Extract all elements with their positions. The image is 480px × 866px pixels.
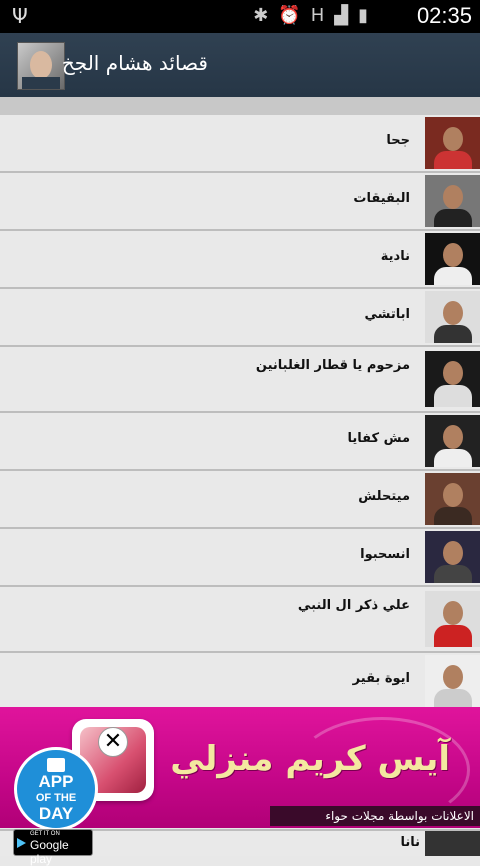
list-item[interactable]: ايوة بقير bbox=[0, 653, 480, 711]
list-item[interactable]: انسحبوا bbox=[0, 529, 480, 587]
bluetooth-icon: ✱ bbox=[253, 5, 269, 26]
ad-attribution: الاعلانات بواسطة مجلات حواء bbox=[270, 806, 480, 826]
list-item[interactable]: علي ذكر ال النبي bbox=[0, 587, 480, 653]
thumbnail-image bbox=[425, 591, 480, 647]
status-time: 02:35 bbox=[416, 3, 472, 28]
app-icon[interactable] bbox=[17, 42, 65, 90]
list-item[interactable]: اباتشي bbox=[0, 289, 480, 347]
play-icon bbox=[17, 838, 26, 848]
status-icons: ✱ ⏰ H ▟ ▮ bbox=[253, 5, 368, 26]
list-item-label: ايوة بقير bbox=[352, 671, 410, 686]
poem-list: جحا البقيقات نادية اباتشي مزحوم يا قطار … bbox=[0, 115, 480, 711]
app-title: قصائد هشام الجخ bbox=[61, 51, 208, 75]
google-play-badge[interactable]: GET IT ON Google play bbox=[13, 829, 93, 866]
thumbnail-image bbox=[425, 351, 480, 407]
list-item-label: انسحبوا bbox=[360, 547, 410, 562]
list-item[interactable]: ميتحلش bbox=[0, 471, 480, 529]
list-item-label: مزحوم يا قطار الغلبانين bbox=[255, 358, 410, 373]
list-item-label: ميتحلش bbox=[358, 489, 410, 504]
thumbnail-image bbox=[425, 531, 480, 583]
thumbnail-image bbox=[425, 831, 480, 856]
ad-headline: آيس كريم منزلي bbox=[170, 739, 450, 779]
thumbnail-image bbox=[425, 233, 480, 285]
list-item[interactable]: مش كفايا bbox=[0, 413, 480, 471]
list-item[interactable]: جحا bbox=[0, 115, 480, 173]
list-item-label: علي ذكر ال النبي bbox=[297, 598, 410, 613]
data-icon: H bbox=[310, 5, 325, 26]
app-bar: قصائد هشام الجخ bbox=[0, 33, 480, 97]
alarm-icon: ⏰ bbox=[278, 5, 301, 26]
list-item-label: جحا bbox=[386, 133, 410, 148]
list-item[interactable]: نادية bbox=[0, 231, 480, 289]
list-item-label: نادية bbox=[380, 249, 410, 264]
gift-icon bbox=[47, 758, 65, 772]
thumbnail-image bbox=[425, 473, 480, 525]
list-header-divider bbox=[0, 97, 480, 115]
signal-icon: ▟ bbox=[334, 5, 349, 26]
list-item[interactable]: مزحوم يا قطار الغلبانين bbox=[0, 347, 480, 413]
list-item[interactable]: البقيقات bbox=[0, 173, 480, 231]
thumbnail-image bbox=[425, 117, 480, 169]
status-bar: Ψ ✱ ⏰ H ▟ ▮ 02:35 bbox=[0, 0, 480, 33]
list-item-label: مش كفايا bbox=[347, 431, 410, 446]
close-icon[interactable]: ✕ bbox=[98, 727, 128, 757]
thumbnail-image bbox=[425, 175, 480, 227]
battery-icon: ▮ bbox=[358, 5, 368, 26]
ad-banner[interactable]: ✕ APP OF THE DAY آيس كريم منزلي الاعلانا… bbox=[0, 707, 480, 831]
usb-icon: Ψ bbox=[12, 4, 28, 28]
thumbnail-image bbox=[425, 655, 480, 707]
app-of-the-day-badge: APP OF THE DAY bbox=[14, 747, 98, 831]
list-item-label: اباتشي bbox=[364, 307, 410, 322]
list-item-label: البقيقات bbox=[353, 191, 410, 206]
list-item-label: نانا bbox=[400, 835, 420, 850]
thumbnail-image bbox=[425, 415, 480, 467]
thumbnail-image bbox=[425, 291, 480, 343]
